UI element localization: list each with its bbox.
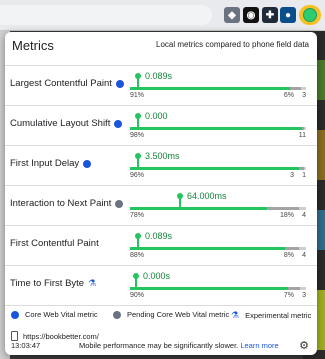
distribution-bar: 3.500ms 96% 3 1 bbox=[130, 146, 306, 186]
pending-vital-icon bbox=[113, 310, 121, 319]
needs-improvement-percent: 6% bbox=[283, 92, 294, 99]
page-url: https://bookbetter.com/ bbox=[11, 331, 99, 341]
metric-value: 0.089s bbox=[145, 71, 173, 81]
metric-value: 0.000s bbox=[143, 271, 171, 281]
poor-percent: 1 bbox=[302, 172, 306, 179]
needs-improvement-segment bbox=[267, 207, 299, 210]
timestamp: 13:03:47 bbox=[11, 341, 41, 350]
distribution-track bbox=[130, 167, 306, 170]
footer: 13:03:47 Mobile performance may be signi… bbox=[11, 339, 311, 353]
footer-note: Mobile performance may be significantly … bbox=[79, 341, 279, 350]
distribution-track bbox=[130, 207, 306, 210]
good-percent: 88% bbox=[130, 252, 145, 259]
good-percent: 78% bbox=[130, 212, 145, 219]
marker-dot bbox=[135, 113, 141, 119]
legend-pending: Pending Core Web Vital metric bbox=[113, 310, 229, 319]
good-segment bbox=[130, 87, 290, 90]
metric-row: First Input Delay 3.500ms 96% 3 1 bbox=[5, 145, 317, 186]
metric-name: Time to First Byte ⚗ bbox=[10, 278, 97, 289]
legend-core: Core Web Vital metric bbox=[11, 310, 98, 319]
extension-icon-3[interactable]: ✚ bbox=[262, 7, 278, 23]
marker-dot bbox=[133, 273, 139, 279]
legend-experimental: ⚗ Experimental metric bbox=[231, 310, 312, 320]
metric-name: Largest Contentful Paint bbox=[10, 78, 124, 89]
metric-name: First Input Delay bbox=[10, 158, 92, 169]
extension-icon-4[interactable]: ● bbox=[280, 7, 296, 23]
metric-value: 0.089s bbox=[145, 231, 173, 241]
good-segment bbox=[130, 127, 302, 130]
marker-dot bbox=[135, 153, 141, 159]
metric-row: First Contentful Paint 0.089s 88% 8% 4 bbox=[5, 225, 317, 266]
good-segment bbox=[130, 167, 299, 170]
marker-dot bbox=[177, 193, 183, 199]
good-segment bbox=[130, 247, 285, 250]
distribution-bar: 64.000ms 78% 18% 4 bbox=[130, 186, 306, 226]
poor-segment bbox=[301, 87, 306, 90]
core-vital-icon bbox=[11, 310, 19, 319]
metric-row: Largest Contentful Paint 0.089s 91% 6% 3 bbox=[5, 65, 317, 106]
poor-percent: 4 bbox=[302, 252, 306, 259]
web-vitals-extension-icon[interactable] bbox=[299, 5, 321, 25]
learn-more-link[interactable]: Learn more bbox=[240, 341, 278, 350]
flask-icon: ⚗ bbox=[88, 278, 97, 288]
needs-improvement-percent: 7% bbox=[283, 292, 294, 299]
poor-segment bbox=[304, 167, 306, 170]
metric-name: First Contentful Paint bbox=[10, 238, 99, 249]
poor-segment bbox=[299, 207, 306, 210]
panel-title: Metrics bbox=[12, 38, 54, 53]
distribution-track bbox=[130, 87, 306, 90]
needs-improvement-segment bbox=[290, 87, 301, 90]
extension-icon-1[interactable]: ◆ bbox=[224, 7, 240, 23]
needs-improvement-segment bbox=[285, 247, 299, 250]
core-vital-icon bbox=[114, 119, 123, 128]
poor-percent: 3 bbox=[302, 292, 306, 299]
extension-icon-2[interactable]: ◉ bbox=[243, 7, 259, 23]
metric-row: Cumulative Layout Shift 0.000 98% 11 bbox=[5, 105, 317, 146]
metric-name: Cumulative Layout Shift bbox=[10, 118, 123, 129]
pending-vital-icon bbox=[115, 199, 124, 208]
core-vital-icon bbox=[115, 79, 124, 88]
metrics-popup: Metrics Local metrics compared to phone … bbox=[5, 32, 317, 355]
metric-value: 64.000ms bbox=[187, 191, 227, 201]
distribution-track bbox=[130, 247, 306, 250]
poor-percent: 3 bbox=[302, 92, 306, 99]
phone-icon bbox=[11, 331, 18, 341]
good-percent: 96% bbox=[130, 172, 145, 179]
distribution-bar: 0.089s 91% 6% 3 bbox=[130, 66, 306, 106]
marker-dot bbox=[135, 73, 141, 79]
needs-improvement-percent: 8% bbox=[283, 252, 294, 259]
core-vital-icon bbox=[83, 159, 92, 168]
good-segment bbox=[130, 287, 288, 290]
metric-row: Time to First Byte ⚗ 0.000s 90% 7% 3 bbox=[5, 265, 317, 306]
distribution-track bbox=[130, 287, 306, 290]
good-percent: 91% bbox=[130, 92, 145, 99]
legend: Core Web Vital metric Pending Core Web V… bbox=[5, 305, 317, 320]
good-percent: 90% bbox=[130, 292, 145, 299]
metric-value: 3.500ms bbox=[145, 151, 180, 161]
needs-improvement-percent: 3 bbox=[290, 172, 294, 179]
good-segment bbox=[130, 207, 267, 210]
poor-segment bbox=[299, 247, 306, 250]
good-percent: 98% bbox=[130, 132, 145, 139]
distribution-bar: 0.000 98% 11 bbox=[130, 106, 306, 146]
distribution-track bbox=[130, 127, 306, 130]
marker-dot bbox=[135, 233, 141, 239]
browser-toolbar: ◆ ◉ ✚ ● bbox=[0, 0, 325, 31]
needs-improvement-segment bbox=[288, 287, 300, 290]
distribution-bar: 0.089s 88% 8% 4 bbox=[130, 226, 306, 266]
address-bar[interactable] bbox=[0, 5, 212, 25]
metric-name: Interaction to Next Paint bbox=[10, 198, 124, 209]
poor-percent: 4 bbox=[302, 212, 306, 219]
panel-subtitle: Local metrics compared to phone field da… bbox=[156, 40, 309, 49]
metric-row: Interaction to Next Paint 64.000ms 78% 18% 4 bbox=[5, 185, 317, 226]
metric-value: 0.000 bbox=[145, 111, 168, 121]
poor-segment bbox=[300, 287, 306, 290]
needs-improvement-percent: 18% bbox=[279, 212, 294, 219]
poor-percent: 11 bbox=[298, 132, 306, 139]
flask-icon: ⚗ bbox=[231, 310, 240, 320]
poor-segment bbox=[304, 127, 306, 130]
distribution-bar: 0.000s 90% 7% 3 bbox=[130, 266, 306, 306]
gear-icon[interactable]: ⚙ bbox=[299, 339, 309, 352]
